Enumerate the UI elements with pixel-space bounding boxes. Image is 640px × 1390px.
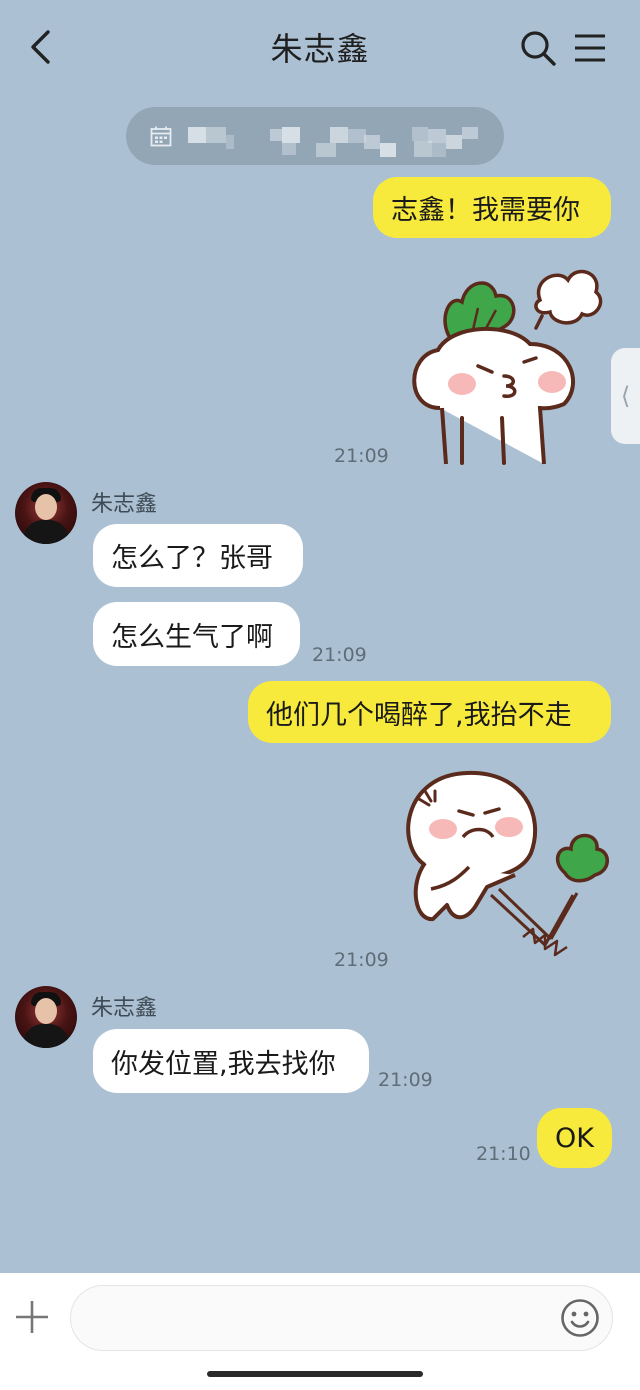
- menu-button[interactable]: [572, 30, 608, 66]
- their-message-bubble[interactable]: 怎么了？张哥: [93, 524, 303, 587]
- home-indicator: [207, 1371, 423, 1377]
- their-message-bubble[interactable]: 怎么生气了啊: [93, 602, 300, 666]
- radish-pulling-sticker[interactable]: [395, 765, 615, 965]
- my-message-bubble[interactable]: 他们几个喝醉了,我抬不走: [248, 681, 611, 743]
- timestamp: 21:09: [334, 949, 389, 971]
- message-text: OK: [555, 1122, 594, 1154]
- plus-icon: [16, 1301, 48, 1333]
- emoji-icon: [561, 1299, 599, 1337]
- sender-name: 朱志鑫: [91, 492, 158, 517]
- sender-name: 朱志鑫: [91, 996, 158, 1021]
- message-text: 志鑫！我需要你: [391, 195, 580, 226]
- timestamp: 21:09: [334, 445, 389, 467]
- side-panel-tab[interactable]: ⟨: [611, 348, 640, 444]
- message-text: 怎么生气了啊: [111, 621, 273, 653]
- emoji-button[interactable]: [559, 1297, 601, 1339]
- avatar[interactable]: [15, 482, 77, 544]
- radish-kiss-sticker[interactable]: [400, 258, 610, 470]
- my-message-bubble[interactable]: 志鑫！我需要你: [373, 177, 611, 238]
- search-icon: [521, 31, 556, 66]
- calendar-icon: [150, 126, 172, 147]
- message-text: 你发位置,我去找你: [111, 1048, 336, 1080]
- timestamp: 21:10: [476, 1143, 531, 1165]
- message-text: 他们几个喝醉了,我抬不走: [266, 699, 572, 731]
- my-message-bubble[interactable]: OK: [537, 1108, 612, 1168]
- message-input[interactable]: [70, 1285, 613, 1351]
- chevron-left-small-icon: ⟨: [620, 382, 631, 410]
- timestamp: 21:09: [378, 1069, 433, 1091]
- message-text: 怎么了？张哥: [111, 543, 273, 574]
- add-attachment-button[interactable]: [14, 1299, 50, 1335]
- their-message-bubble[interactable]: 你发位置,我去找你: [93, 1029, 369, 1093]
- search-button[interactable]: [518, 28, 558, 68]
- timestamp: 21:09: [312, 644, 367, 666]
- date-pill[interactable]: [126, 107, 504, 165]
- avatar[interactable]: [15, 986, 77, 1048]
- menu-icon: [575, 34, 605, 62]
